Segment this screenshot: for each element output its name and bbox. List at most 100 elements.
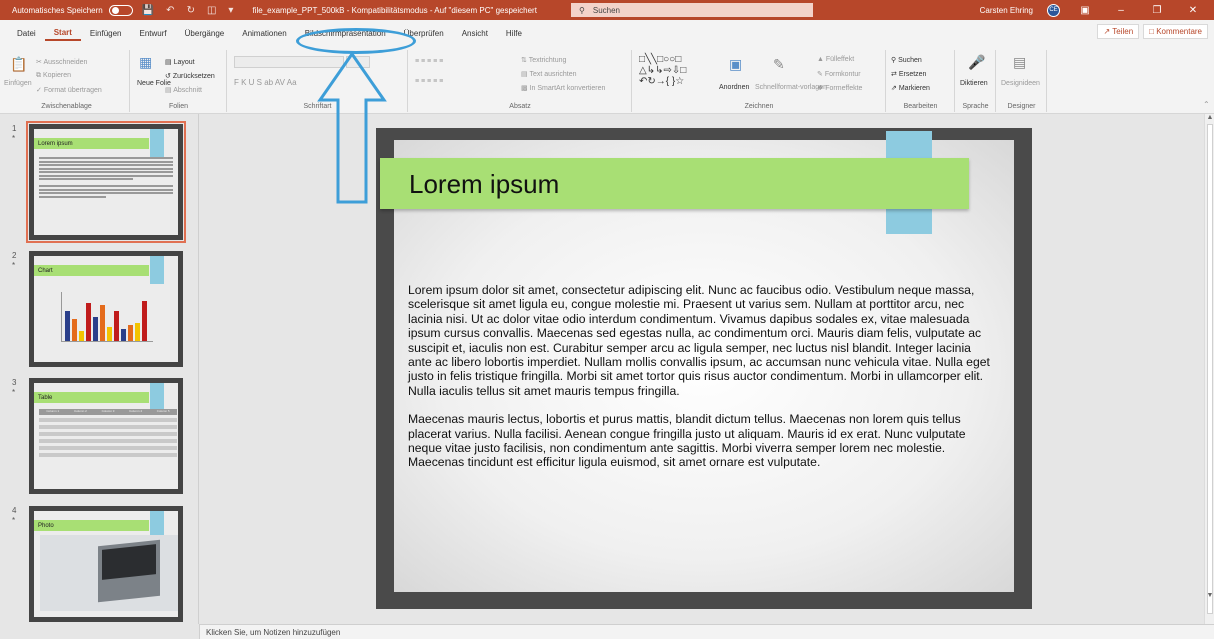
scroll-up-icon[interactable]: ▲ — [1205, 114, 1214, 124]
tab-uebergaenge[interactable]: Übergänge — [176, 25, 234, 41]
thumbnail-tab — [150, 129, 164, 157]
minimize-icon[interactable]: – — [1110, 5, 1132, 16]
slide-number: 4 — [12, 506, 17, 515]
arrange-icon[interactable]: ▣ — [729, 56, 742, 73]
thumbnail-title: Lorem ipsum — [34, 138, 149, 149]
replace-label: Ersetzen — [898, 71, 927, 78]
tab-ansicht[interactable]: Ansicht — [453, 25, 497, 41]
format-painter-label: Format übertragen — [43, 87, 102, 94]
copy-button[interactable]: ⧉ Kopieren — [36, 72, 71, 80]
paragraph-group: ≡ ≡ ≡ ≡ ≡ ≡ ≡ ≡ ≡ ≡ ⇅ Textrichtung ▤ Tex… — [409, 50, 632, 112]
vertical-scrollbar[interactable]: ▲ ▼ — [1204, 114, 1214, 624]
slide-body-text[interactable]: Lorem ipsum dolor sit amet, consectetur … — [408, 283, 992, 484]
scroll-down-icon[interactable]: ▼ — [1205, 592, 1214, 602]
select-button[interactable]: ⇗ Markieren — [891, 84, 930, 92]
share-button[interactable]: ↗ Teilen — [1097, 24, 1140, 39]
tab-start[interactable]: Start — [44, 25, 81, 41]
transition-star-icon: * — [12, 134, 16, 143]
list-buttons[interactable]: ≡ ≡ ≡ ≡ ≡ — [415, 58, 443, 65]
layout-button[interactable]: ▤ Layout — [165, 58, 195, 66]
drawing-group: □╲╲□○○□ △↳↳⇨⇩□ ↶↻→{ }☆ ▣ Anordnen ✎ Schnel… — [633, 50, 886, 112]
slide-thumbnail[interactable]: Photo — [29, 506, 183, 622]
quick-styles-icon[interactable]: ✎ — [773, 56, 785, 73]
slide-thumbnail[interactable]: Lorem ipsum — [26, 121, 186, 243]
format-painter-button[interactable]: ✓ Format übertragen — [36, 86, 102, 94]
notes-placeholder: Klicken Sie, um Notizen hinzuzufügen — [206, 627, 341, 637]
align-text-label: Text ausrichten — [529, 71, 577, 78]
slide-paragraph: Maecenas mauris lectus, lobortis et puru… — [408, 412, 966, 470]
section-label: Abschnitt — [173, 87, 202, 94]
search-icon: ⚲ — [579, 5, 585, 15]
select-label: Markieren — [898, 85, 930, 92]
transition-star-icon: * — [12, 516, 16, 525]
mini-table-header: Column 5 — [156, 409, 170, 413]
text-direction-label: Textrichtung — [528, 57, 567, 64]
thumbnail-text-lines — [39, 157, 173, 199]
arrange-button[interactable]: Anordnen — [719, 84, 749, 91]
slide-thumbnail[interactable]: Chart — [29, 251, 183, 367]
shape-fill-label: Fülleffekt — [825, 56, 855, 63]
smartart-button[interactable]: ▩ In SmartArt konvertieren — [521, 84, 605, 92]
cut-label: Ausschneiden — [43, 59, 88, 66]
save-icon[interactable]: 💾 — [139, 5, 157, 16]
redo-icon[interactable]: ↻ — [184, 5, 198, 16]
laptop-image — [98, 539, 160, 603]
shapes-gallery[interactable]: □╲╲□○○□ △↳↳⇨⇩□ ↶↻→{ }☆ — [639, 54, 686, 87]
thumbnail-title: Chart — [34, 265, 149, 276]
clipboard-group: 📋 Einfügen ✂ Ausschneiden ⧉ Kopieren ✓ F… — [4, 50, 130, 112]
thumbnail-chart — [61, 292, 153, 342]
cut-button[interactable]: ✂ Ausschneiden — [36, 58, 87, 66]
search-placeholder: Suchen — [592, 5, 620, 15]
align-buttons[interactable]: ≡ ≡ ≡ ≡ ≡ — [415, 78, 443, 85]
notes-pane[interactable]: Klicken Sie, um Notizen hinzuzufügen — [200, 624, 1214, 639]
tab-datei[interactable]: Datei — [8, 25, 45, 41]
autosave-label: Automatisches Speichern — [12, 5, 103, 15]
replace-button[interactable]: ⇄ Ersetzen — [891, 70, 926, 78]
slide-thumbnail[interactable]: Table Column 1 Column 2 Column 3 Column … — [29, 378, 183, 494]
thumbnail-tab — [150, 383, 164, 411]
tab-einfuegen[interactable]: Einfügen — [81, 25, 131, 41]
search-box[interactable]: ⚲ Suchen — [571, 3, 813, 17]
shape-effects-button[interactable]: ❖ Formeffekte — [817, 84, 862, 92]
tab-animationen[interactable]: Animationen — [233, 25, 295, 41]
quick-access-more-icon[interactable]: ▾ — [225, 5, 236, 16]
user-name[interactable]: Carsten Ehring — [980, 6, 1033, 15]
thumbnail-canvas: Chart — [34, 256, 178, 362]
collapse-ribbon-icon[interactable]: ⌃ — [1203, 100, 1210, 109]
shape-outline-button[interactable]: ✎ Formkontur — [817, 70, 861, 78]
tab-entwurf[interactable]: Entwurf — [131, 25, 176, 41]
new-slide-icon[interactable]: ▦ — [139, 54, 152, 71]
microphone-icon[interactable]: 🎤 — [968, 54, 985, 71]
close-icon[interactable]: ✕ — [1182, 5, 1204, 16]
section-button[interactable]: ▤ Abschnitt — [165, 86, 202, 94]
present-from-start-icon[interactable]: ◫ — [204, 5, 219, 16]
font-format-buttons[interactable]: F K U S ab AV Aa — [234, 78, 297, 87]
thumbnail-tab — [150, 256, 164, 284]
text-direction-button[interactable]: ⇅ Textrichtung — [521, 56, 566, 64]
mini-table-header: Column 4 — [129, 409, 142, 413]
slide-title[interactable]: Lorem ipsum — [409, 169, 559, 200]
find-button[interactable]: ⚲ Suchen — [891, 56, 922, 64]
mini-table-header: Column 1 — [46, 409, 60, 413]
design-ideas-icon[interactable]: ▤ — [1013, 54, 1026, 71]
ribbon-display-options-icon[interactable]: ▣ — [1074, 5, 1096, 16]
tab-hilfe[interactable]: Hilfe — [497, 25, 531, 41]
reset-button[interactable]: ↺ Zurücksetzen — [165, 72, 215, 80]
autosave-toggle[interactable] — [108, 4, 133, 16]
reset-label: Zurücksetzen — [172, 73, 215, 80]
align-text-button[interactable]: ▤ Text ausrichten — [521, 70, 577, 78]
slides-group: ▦ Neue Folie ▤ Layout ↺ Zurücksetzen ▤ A… — [131, 50, 227, 112]
scroll-thumb[interactable] — [1207, 124, 1213, 614]
share-area: ↗ Teilen □ Kommentare — [1097, 24, 1208, 39]
design-ideas-button[interactable]: Designideen — [1001, 80, 1040, 87]
undo-icon[interactable]: ↶ — [163, 5, 177, 16]
dictate-button[interactable]: Diktieren — [960, 80, 988, 87]
shape-fill-button[interactable]: ▲ Fülleffekt — [817, 56, 854, 63]
panel-footer — [0, 624, 200, 639]
paste-icon[interactable]: 📋 — [10, 56, 27, 73]
avatar[interactable]: CE — [1047, 3, 1060, 17]
comments-button[interactable]: □ Kommentare — [1143, 24, 1208, 39]
maximize-icon[interactable]: ❐ — [1146, 5, 1168, 16]
paste-button[interactable]: Einfügen — [4, 80, 32, 87]
slide-thumbnails-panel[interactable]: 1 * Lorem ipsum 2 * Chart 3 * Table Colu… — [0, 114, 199, 624]
